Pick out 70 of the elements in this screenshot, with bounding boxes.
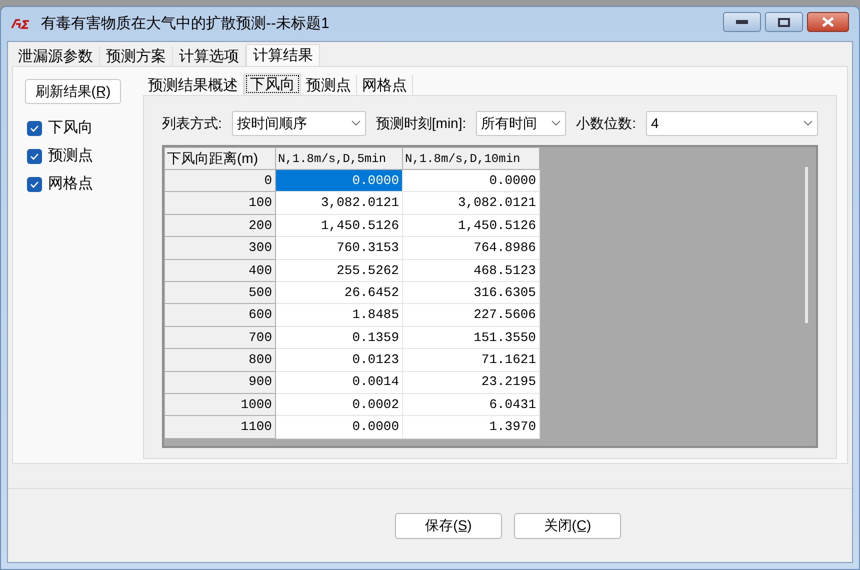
row-header: 800: [164, 348, 276, 372]
dropdown[interactable]: 4: [646, 110, 818, 136]
row-header: 1000: [164, 393, 276, 416]
checkbox[interactable]: [27, 120, 42, 136]
filter-label: 列表方式:: [162, 114, 222, 132]
table-cell: 1,450.5126: [276, 214, 402, 237]
column-header: N,1.8m/s,D,5min: [276, 148, 402, 170]
row-header: 900: [164, 371, 276, 394]
row-header: 200: [164, 214, 276, 237]
checkmark-icon: [30, 124, 39, 132]
dropdown[interactable]: 按时间顺序: [232, 110, 366, 136]
filter-label: 小数位数:: [576, 114, 636, 132]
filter-label: 预测时刻[min]:: [376, 114, 466, 133]
window-title: 有毒有害物质在大气中的扩散预测--未标题1: [41, 14, 330, 34]
chevron-down-icon: [803, 120, 813, 126]
scrollbar[interactable]: [805, 167, 808, 323]
maximize-button[interactable]: [765, 12, 803, 32]
tab[interactable]: 计算结果: [246, 44, 320, 66]
close-icon: [821, 17, 835, 27]
table-cell: 0.0000: [402, 170, 540, 192]
table-cell: 151.3550: [402, 326, 540, 349]
table-cell: 0.0000: [276, 416, 402, 438]
checkmark-icon: [30, 180, 39, 188]
close-button[interactable]: [807, 12, 849, 32]
table-cell: 1.8485: [276, 304, 402, 326]
dropdown[interactable]: 所有时间: [476, 110, 566, 136]
row-header: 1100: [164, 416, 276, 438]
table-cell: 255.5262: [276, 259, 402, 282]
row-header: 600: [164, 304, 276, 326]
table-cell: 26.6452: [276, 281, 402, 304]
table-cell: 468.5123: [402, 259, 540, 282]
table-cell: 1,450.5126: [402, 214, 540, 237]
refresh-results-button[interactable]: 刷新结果(R̲): [25, 79, 121, 104]
checkbox-label: 下风向: [48, 118, 93, 138]
table-cell: 764.8986: [402, 236, 540, 260]
row-header: 700: [164, 326, 276, 349]
table-cell: 316.6305: [402, 281, 540, 304]
table-cell: 0.0002: [276, 393, 402, 416]
row-header: 0: [164, 170, 276, 192]
table-cell: 227.5606: [402, 304, 540, 326]
checkbox-label: 网格点: [48, 174, 93, 194]
dialog-button[interactable]: 关闭(C̲): [514, 512, 621, 538]
chevron-down-icon: [551, 120, 562, 126]
dialog-button[interactable]: 保存(S̲): [395, 512, 502, 538]
column-header: 下风向距离(m): [164, 148, 276, 170]
checkbox[interactable]: [27, 176, 42, 192]
table-cell: 3,082.0121: [276, 192, 402, 214]
row-header: 300: [164, 236, 276, 260]
row-header: 500: [164, 281, 276, 304]
minimize-icon: [736, 20, 748, 24]
table-cell: 0.1359: [276, 326, 402, 349]
table-cell: 23.2195: [402, 371, 540, 394]
minimize-button[interactable]: [723, 12, 761, 32]
checkmark-icon: [30, 152, 39, 160]
row-header: 400: [164, 259, 276, 282]
table-cell: 0.0000: [276, 170, 402, 192]
checkbox[interactable]: [27, 148, 42, 164]
column-header: N,1.8m/s,D,10min: [402, 148, 540, 170]
table-cell: 6.0431: [402, 393, 540, 416]
table-cell: 0.0014: [276, 371, 402, 394]
maximize-icon: [778, 18, 790, 26]
table-cell: 1.3970: [402, 416, 540, 438]
table-cell: 3,082.0121: [402, 192, 540, 214]
table-cell: 71.1621: [402, 348, 540, 372]
row-header: 100: [164, 192, 276, 214]
chevron-down-icon: [350, 120, 361, 126]
table-cell: 760.3153: [276, 236, 402, 260]
table-cell: 0.0123: [276, 348, 402, 372]
checkbox-label: 预测点: [48, 146, 93, 166]
tab[interactable]: 下风向: [244, 73, 301, 95]
